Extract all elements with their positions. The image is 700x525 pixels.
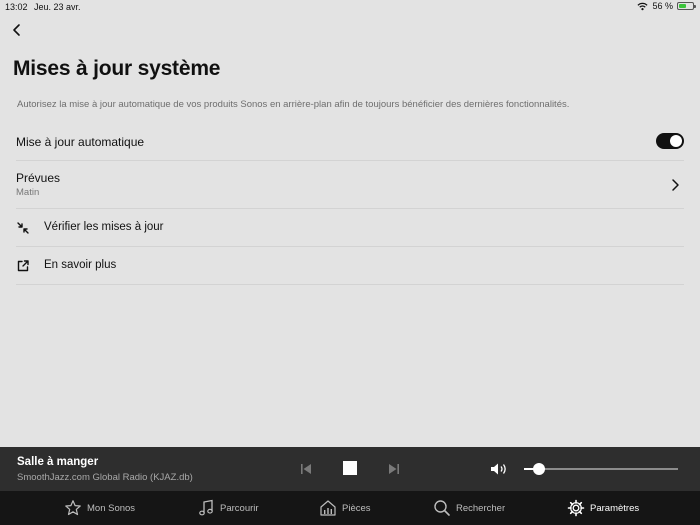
tab-label: Paramètres <box>590 502 640 514</box>
learn-more-row[interactable]: En savoir plus <box>16 247 684 285</box>
volume-slider[interactable] <box>524 463 678 475</box>
check-updates-label: Vérifier les mises à jour <box>44 221 164 233</box>
battery-level <box>679 4 687 8</box>
battery-icon <box>677 2 696 10</box>
tab-mon-sonos[interactable]: Mon Sonos <box>64 491 135 525</box>
now-playing-bar[interactable]: Salle à manger SmoothJazz.com Global Rad… <box>0 447 700 491</box>
wifi-icon <box>637 2 649 10</box>
previous-icon[interactable] <box>299 462 313 476</box>
tab-rechercher[interactable]: Rechercher <box>433 491 505 525</box>
status-date: Jeu. 23 avr. <box>34 2 81 12</box>
chevron-left-icon[interactable] <box>8 21 26 39</box>
page-description: Autorisez la mise à jour automatique de … <box>17 99 570 110</box>
auto-update-label: Mise à jour automatique <box>16 135 145 149</box>
tab-bar: Mon Sonos Parcourir Pièces Rechercher Pa… <box>0 491 700 525</box>
scheduled-label: Prévues <box>16 171 61 185</box>
scheduled-value: Matin <box>16 187 40 198</box>
auto-update-toggle[interactable] <box>656 133 684 149</box>
tab-parametres[interactable]: Paramètres <box>567 491 639 525</box>
auto-update-row: Mise à jour automatique <box>16 126 684 161</box>
search-icon <box>434 500 450 516</box>
tab-label: Mon Sonos <box>87 502 136 514</box>
battery-percent: 56 % <box>652 1 673 11</box>
toggle-knob <box>670 135 682 147</box>
volume-knob[interactable] <box>533 463 546 475</box>
check-updates-row[interactable]: Vérifier les mises à jour <box>16 209 684 247</box>
tab-pieces[interactable]: Pièces <box>319 491 371 525</box>
external-link-icon <box>17 260 29 272</box>
player-room: Salle à manger <box>17 456 99 468</box>
scheduled-row[interactable]: Prévues Matin <box>16 161 684 209</box>
volume-icon[interactable] <box>489 461 509 477</box>
tab-label: Pièces <box>342 502 371 514</box>
chevron-right-icon <box>672 179 679 191</box>
page-title: Mises à jour système <box>13 57 221 80</box>
collapse-arrows-icon <box>17 222 29 234</box>
gear-icon <box>567 499 585 517</box>
tab-label: Rechercher <box>456 502 506 514</box>
tab-parcourir[interactable]: Parcourir <box>197 491 259 525</box>
next-icon[interactable] <box>387 462 401 476</box>
player-track: SmoothJazz.com Global Radio (KJAZ.db) <box>17 472 193 483</box>
status-indicators: 56 % <box>637 1 696 11</box>
music-note-icon <box>199 499 213 516</box>
star-icon <box>65 500 81 516</box>
status-time: 13:02 <box>5 2 28 12</box>
learn-more-label: En savoir plus <box>44 259 117 271</box>
tab-label: Parcourir <box>220 502 259 514</box>
house-icon <box>320 500 336 516</box>
stop-icon[interactable] <box>343 461 357 475</box>
status-bar: 13:02 Jeu. 23 avr. 56 % <box>0 0 700 14</box>
